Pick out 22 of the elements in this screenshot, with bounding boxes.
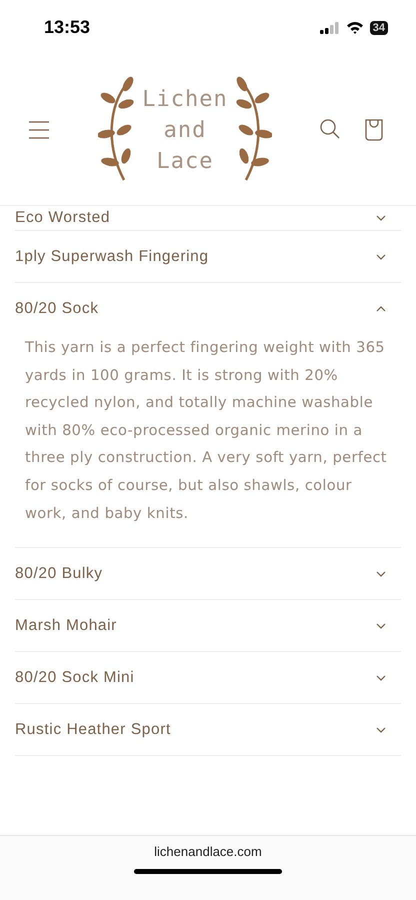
battery-level: 34 (370, 20, 388, 34)
accordion-header[interactable]: Eco Worsted (15, 206, 401, 230)
signal-icon (320, 22, 340, 34)
url-text[interactable]: lichenandlace.com (154, 844, 262, 859)
wifi-icon (346, 21, 364, 34)
accordion-header[interactable]: 80/20 Bulky (15, 548, 401, 600)
logo-text: Lace (156, 148, 214, 176)
cart-button[interactable] (364, 119, 384, 141)
accordion-header[interactable]: Rustic Heather Sport (15, 704, 401, 756)
accordion-header[interactable]: 80/20 Sock (15, 283, 401, 334)
logo-text: and (164, 116, 206, 144)
logo-text: Lichen (142, 86, 228, 114)
search-button[interactable] (320, 119, 340, 141)
accordion-header[interactable]: 1ply Superwash Fingering (15, 231, 401, 282)
bag-icon (364, 119, 384, 141)
search-icon (320, 119, 340, 139)
menu-icon (28, 121, 50, 139)
description-text: This yarn is a perfect fingering weight with 365 yards in 100 grams. It is strong with 20% recycled nylon, and totally machine washable with 80% eco-processed organic merino in a three ply construction. A very soft yarn, perfect for socks of course, but also shawls, colour work, and baby knits. (24, 338, 388, 524)
menu-button[interactable] (28, 121, 50, 139)
status-time: 13:53 (44, 17, 90, 38)
accordion-header[interactable]: 80/20 Sock Mini (15, 652, 401, 704)
accordion-header[interactable]: Marsh Mohair (15, 600, 401, 652)
